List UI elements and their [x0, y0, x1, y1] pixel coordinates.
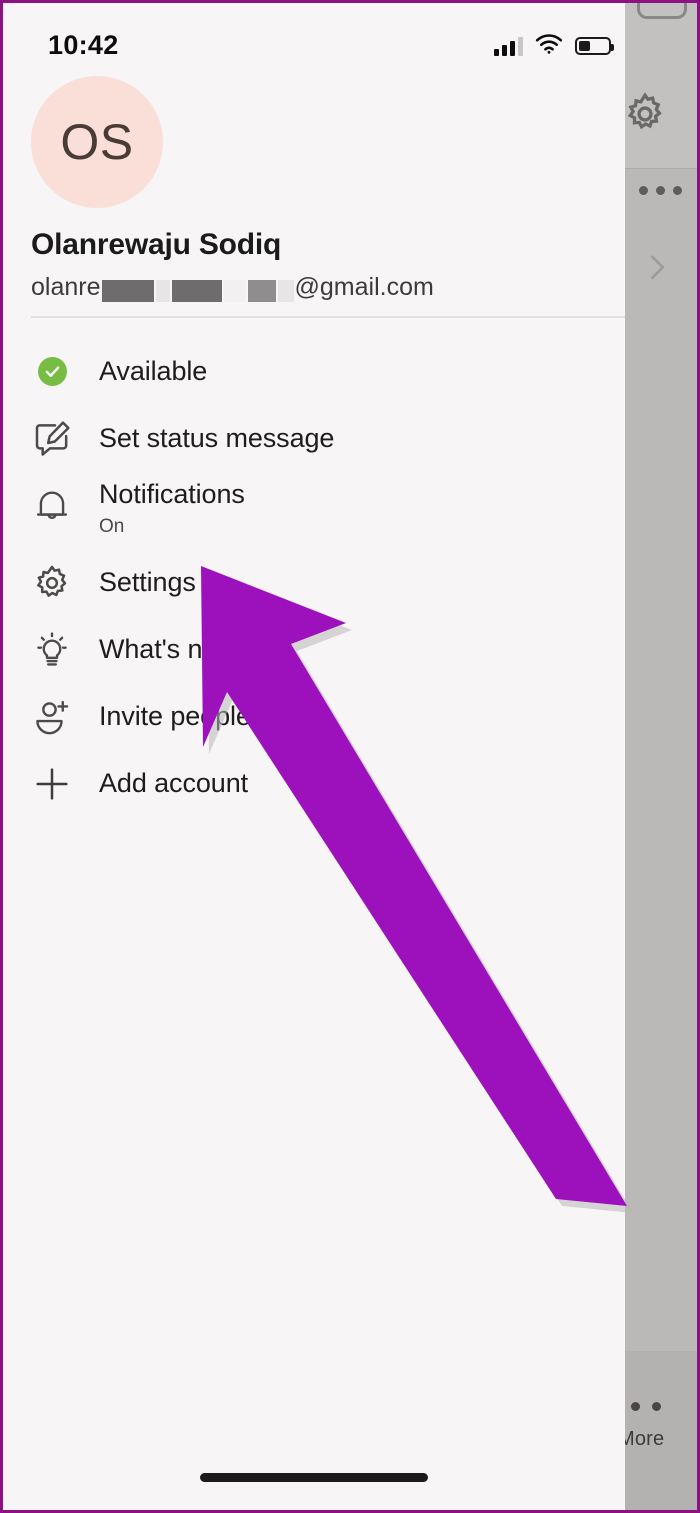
person-add-icon — [30, 695, 74, 739]
email-redaction-block — [155, 279, 170, 302]
status-message-icon — [30, 417, 74, 461]
email-suffix: @gmail.com — [294, 273, 434, 301]
menu-item-label: Set status message — [99, 422, 335, 453]
lightbulb-icon — [30, 628, 74, 672]
menu-item-add-account[interactable]: Add account — [3, 750, 625, 817]
avatar[interactable]: OS — [31, 76, 163, 208]
chevron-right-icon[interactable] — [643, 251, 671, 285]
phone-screenshot: More 10:42 OS Olanrewaju Sodiq olanre @g… — [0, 0, 700, 1513]
status-bar: 10:42 — [3, 3, 625, 73]
available-check-icon — [30, 350, 74, 394]
gear-icon — [30, 561, 74, 605]
background-middle-panel — [621, 169, 697, 1351]
account-name: Olanrewaju Sodiq — [31, 228, 282, 261]
account-drawer: 10:42 OS Olanrewaju Sodiq olanre @gmail.… — [3, 3, 625, 1510]
gear-icon[interactable] — [622, 91, 668, 137]
cellular-signal-icon — [494, 36, 523, 56]
menu-item-label: Invite people — [99, 700, 251, 731]
account-menu: Available Set status message Notificatio… — [3, 338, 625, 817]
background-top-panel — [621, 3, 697, 169]
background-top-pill — [637, 3, 687, 19]
status-bar-clock: 10:42 — [48, 30, 119, 60]
menu-item-availability[interactable]: Available — [3, 338, 625, 405]
plus-icon — [30, 762, 74, 806]
menu-item-label: Settings — [99, 566, 196, 597]
status-bar-icons — [494, 33, 614, 59]
menu-item-set-status-message[interactable]: Set status message — [3, 405, 625, 472]
account-email: olanre @gmail.com — [31, 273, 434, 302]
email-prefix: olanre — [31, 273, 101, 301]
email-redaction-block — [101, 279, 154, 302]
email-redaction-block — [171, 279, 222, 302]
bell-icon — [30, 484, 74, 528]
battery-icon — [575, 37, 614, 55]
menu-item-invite-people[interactable]: Invite people — [3, 683, 625, 750]
menu-item-label: Notifications — [99, 479, 245, 509]
menu-item-label: Add account — [99, 767, 249, 798]
more-horizontal-icon[interactable] — [639, 186, 682, 195]
menu-item-settings[interactable]: Settings — [3, 549, 625, 616]
more-dots-icon[interactable] — [631, 1402, 661, 1411]
email-redaction-block — [247, 279, 276, 302]
email-redaction-block — [223, 279, 246, 302]
wifi-icon — [535, 33, 563, 59]
menu-item-notifications[interactable]: Notifications On — [3, 472, 625, 549]
menu-item-label: What's new — [99, 633, 237, 664]
menu-item-whats-new[interactable]: What's new — [3, 616, 625, 683]
menu-item-sublabel: On — [99, 515, 125, 537]
header-divider — [31, 316, 625, 318]
email-redaction-block — [277, 279, 294, 302]
menu-item-label: Available — [99, 355, 208, 386]
home-indicator-bar — [200, 1473, 428, 1482]
